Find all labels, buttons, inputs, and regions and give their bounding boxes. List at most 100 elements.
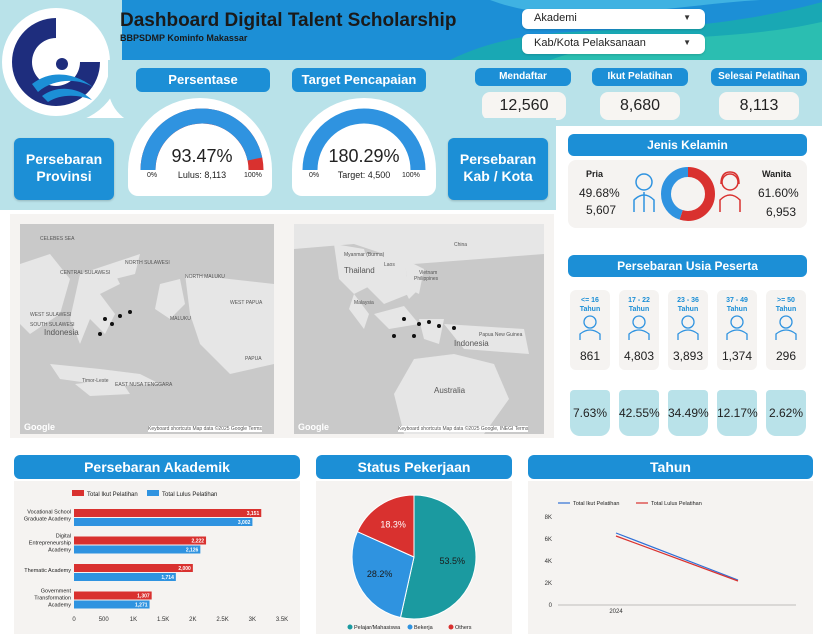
- person-icon: [579, 315, 601, 340]
- map-place-label: Malaysia: [354, 300, 374, 306]
- y-tick-label: 2K: [545, 581, 552, 587]
- category-label: Academy: [48, 603, 71, 609]
- chevron-down-icon: ▼: [683, 13, 691, 22]
- akademi-dropdown[interactable]: Akademi ▼: [522, 9, 705, 29]
- mendaftar-value: 12,560: [482, 92, 566, 120]
- target-pencapaian-label: Target Pencapaian: [292, 68, 426, 92]
- category-label: Government: [41, 589, 72, 595]
- pie-value-label: 28.2%: [367, 569, 393, 579]
- age-percent: 2.62%: [766, 390, 806, 436]
- x-tick-label: 3K: [249, 617, 256, 623]
- age-group-card: 17 - 22 Tahun 4,803: [619, 290, 659, 370]
- province-map[interactable]: CELEBES SEA NORTH SULAWESI CENTRAL SULAWES…: [20, 224, 274, 434]
- age-unit-label: Tahun: [726, 306, 748, 313]
- age-unit-label: Tahun: [579, 306, 601, 313]
- bar-value-label: 2,222: [192, 539, 205, 545]
- map-place-label: China: [454, 242, 468, 248]
- x-tick-label: 3.5K: [276, 617, 288, 623]
- age-range-label: 37 - 49: [726, 297, 748, 304]
- wanita-label: Wanita: [762, 169, 792, 179]
- map-place-label: Indonesia: [44, 328, 79, 337]
- map-place-label: Timor-Leste: [82, 378, 109, 384]
- map-place-label: MALUKU: [170, 316, 191, 322]
- gauge-target-value: 180.29%: [328, 146, 400, 166]
- kominfo-logo: [2, 8, 110, 116]
- jenis-kelamin-title: Jenis Kelamin: [568, 134, 807, 156]
- bar-value-label: 1,271: [135, 603, 148, 609]
- x-tick-label: 500: [99, 617, 110, 623]
- akademi-dropdown-label: Akademi: [534, 12, 577, 24]
- tahun-title: Tahun: [528, 455, 813, 479]
- gauge-kelulusan-min: 0%: [147, 172, 158, 179]
- bar-value-label: 1,714: [161, 575, 174, 581]
- bar: [74, 536, 207, 545]
- legend-label: Bekerja: [414, 625, 434, 631]
- gauge-kelulusan-max: 100%: [244, 172, 262, 179]
- map-place-label: Australia: [434, 386, 466, 395]
- bar-value-label: 2,000: [178, 566, 191, 572]
- x-tick-label: 2.5K: [216, 617, 228, 623]
- bar: [74, 509, 262, 517]
- legend-dot: [347, 624, 353, 630]
- category-label: Thematic Academy: [24, 568, 71, 574]
- age-count: 4,803: [623, 349, 655, 363]
- map-place-label: Papua New Guinea: [479, 332, 523, 338]
- gauge-kelulusan-value: 93.47%: [171, 146, 233, 166]
- x-tick-label: 2024: [609, 609, 623, 615]
- pria-label: Pria: [586, 169, 604, 179]
- gauge-target-max: 100%: [402, 172, 420, 179]
- age-count: 3,893: [672, 349, 704, 363]
- age-percent: 7.63%: [570, 390, 610, 436]
- x-tick-label: 1K: [130, 617, 137, 623]
- kabkota-dropdown[interactable]: Kab/Kota Pelaksanaan ▼: [522, 34, 705, 54]
- person-icon: [677, 315, 699, 340]
- y-tick-label: 4K: [545, 559, 552, 565]
- map-place-label: Philippines: [414, 276, 439, 282]
- age-range-label: 23 - 36: [677, 297, 699, 304]
- map-place-label: WEST PAPUA: [230, 300, 263, 306]
- kabkota-map-shapes: [294, 224, 544, 434]
- chevron-down-icon: ▼: [683, 38, 691, 47]
- persebaran-kabkota-button[interactable]: Persebaran Kab / Kota: [448, 138, 548, 200]
- persentase-kelulusan-label: Persentase Kelulusan: [136, 68, 270, 111]
- age-range-label: 17 - 22: [628, 297, 650, 304]
- map-place-label: Thailand: [344, 266, 375, 275]
- age-percent: 12.17%: [717, 390, 758, 436]
- legend-label: Total Lulus Pelatihan: [162, 492, 217, 498]
- logo-icon: [6, 12, 106, 112]
- status-pekerjaan-title: Status Pekerjaan: [316, 455, 512, 479]
- pie-value-label: 18.3%: [380, 520, 406, 530]
- age-count: 1,374: [721, 349, 753, 363]
- category-label: Transformation: [34, 596, 71, 602]
- person-icon: [628, 315, 650, 340]
- age-unit-label: Tahun: [677, 306, 699, 313]
- map-place-label: Laos: [384, 262, 395, 268]
- age-range-label: >= 50: [777, 297, 795, 304]
- kabkota-map[interactable]: China Myanmar (Burma) Thailand Laos Vietnam P…: [294, 224, 544, 434]
- age-count: 296: [775, 349, 797, 363]
- age-range-label: <= 16: [581, 297, 599, 304]
- legend-label: Others: [455, 625, 472, 631]
- gender-donut-chart: [661, 167, 715, 221]
- bar: [74, 518, 253, 526]
- map-place-label: EAST NUSA TENGGARA: [115, 382, 173, 388]
- app-title: Dashboard Digital Talent Scholarship: [120, 10, 457, 31]
- x-tick-label: 2K: [189, 617, 196, 623]
- y-tick-label: 0: [549, 603, 553, 609]
- map-place-label: CENTRAL SULAWESI: [60, 270, 111, 276]
- google-logo: Google: [24, 422, 55, 432]
- pekerjaan-chart-card: 53.5% 28.2% 18.3% Pelajar/Mahasiswa Bekerja O…: [316, 481, 512, 634]
- bar: [74, 564, 193, 572]
- legend-label: Pelajar/Mahasiswa: [354, 625, 401, 631]
- legend-dot: [448, 624, 454, 630]
- pekerjaan-pie-chart: 53.5% 28.2% 18.3% Pelajar/Mahasiswa Bekerja O…: [347, 494, 477, 631]
- persebaran-provinsi-button[interactable]: Persebaran Provinsi: [14, 138, 114, 200]
- age-group-card: >= 50 Tahun 296: [766, 290, 806, 370]
- category-label: Academy: [48, 548, 71, 554]
- app-subtitle: BBPSDMP Kominfo Makassar: [120, 33, 248, 43]
- legend-swatch: [147, 490, 159, 496]
- y-tick-label: 6K: [545, 537, 552, 543]
- pie-value-label: 53.5%: [439, 556, 465, 566]
- age-unit-label: Tahun: [628, 306, 650, 313]
- selesai-pelatihan-value: 8,113: [719, 92, 799, 120]
